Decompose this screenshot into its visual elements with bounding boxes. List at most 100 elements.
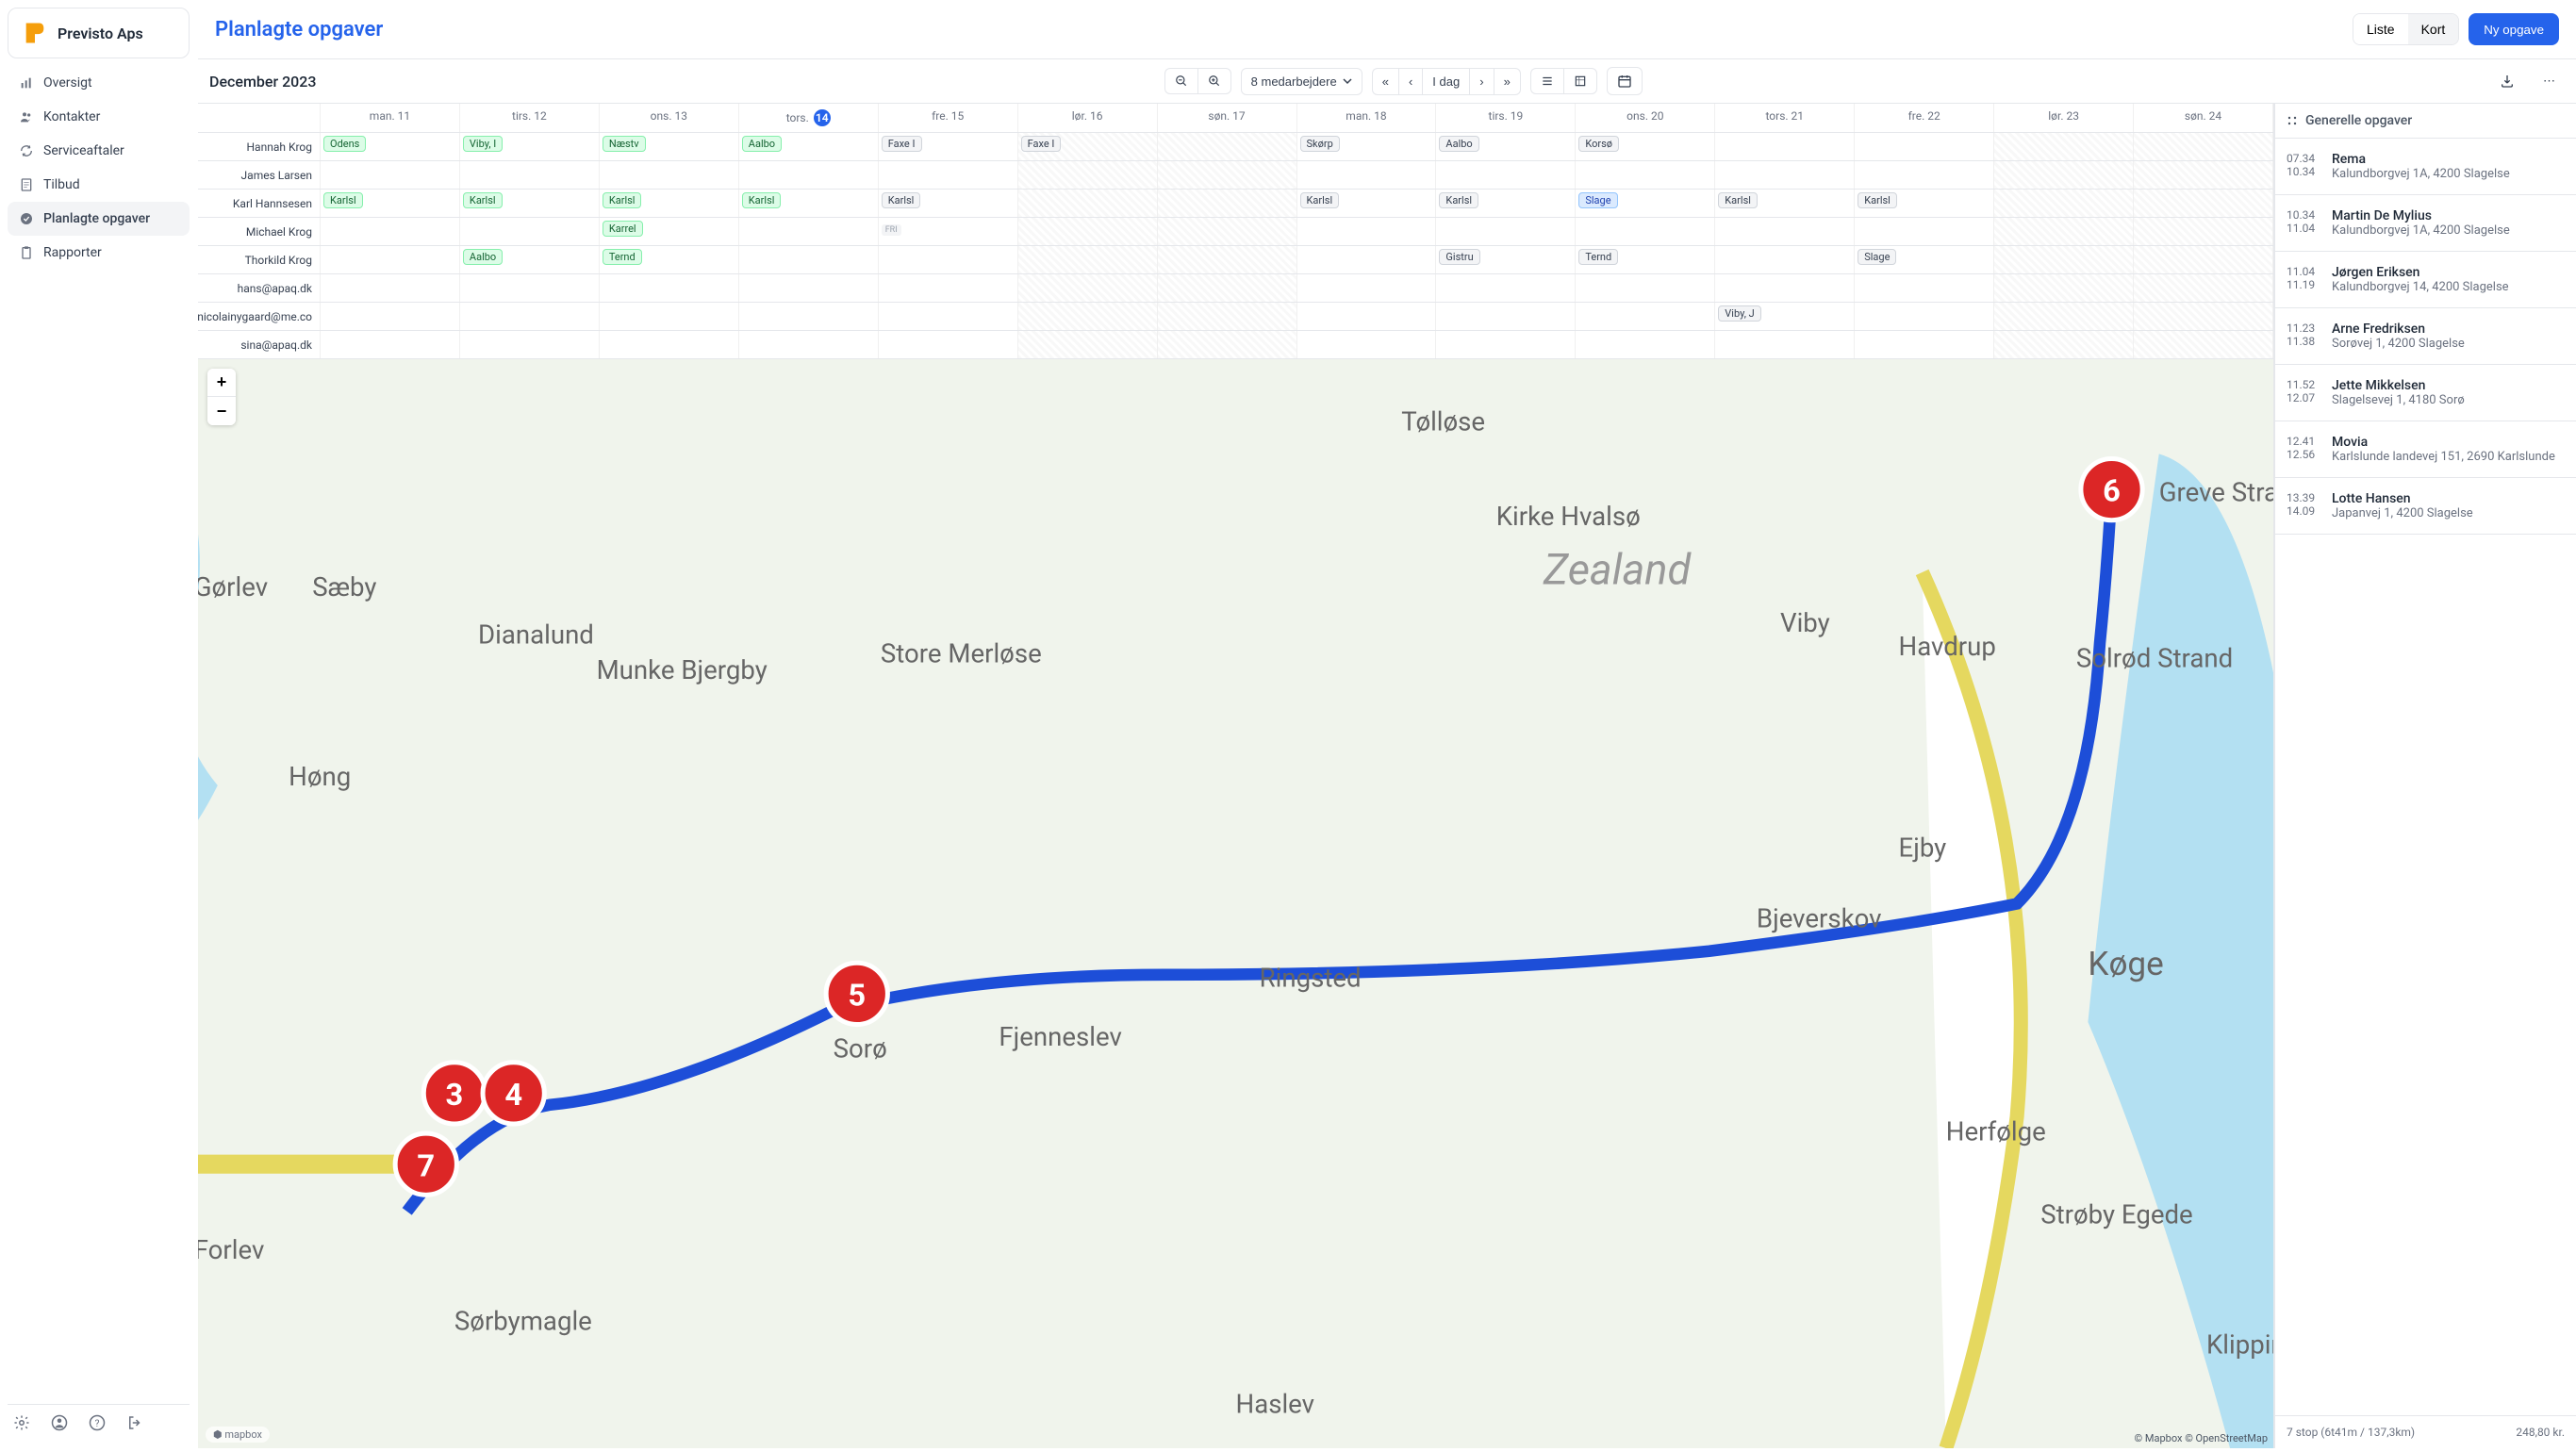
view-map-button[interactable]: Kort <box>2408 14 2459 44</box>
day-header[interactable]: man. 11 <box>321 104 460 132</box>
cell[interactable]: Viby, I <box>460 133 600 160</box>
cell[interactable]: Karlsl <box>1715 190 1855 217</box>
day-header[interactable]: tors. 21 <box>1715 104 1855 132</box>
nav-item-2[interactable]: Serviceaftaler <box>8 134 190 168</box>
cell[interactable] <box>1576 303 1715 330</box>
cell[interactable] <box>1715 331 1855 358</box>
view-list-button[interactable]: Liste <box>2353 14 2408 44</box>
cell[interactable] <box>739 331 879 358</box>
task-item[interactable]: 12.4112.56MoviaKarlslunde landevej 151, … <box>2275 421 2576 478</box>
cell[interactable] <box>1855 161 1994 189</box>
cell[interactable] <box>1715 161 1855 189</box>
day-header[interactable]: tirs. 12 <box>460 104 600 132</box>
employees-select[interactable]: 8 medarbejdere <box>1241 68 1362 95</box>
cell[interactable] <box>1576 274 1715 302</box>
nav-item-0[interactable]: Oversigt <box>8 66 190 100</box>
cell[interactable] <box>739 303 879 330</box>
cell[interactable]: Karlsl <box>739 190 879 217</box>
cell[interactable] <box>2134 303 2273 330</box>
cell[interactable] <box>1297 218 1437 245</box>
cell[interactable] <box>739 161 879 189</box>
cell[interactable]: Karlsl <box>1436 190 1576 217</box>
cell[interactable] <box>1158 190 1297 217</box>
cell[interactable] <box>2134 161 2273 189</box>
cell[interactable] <box>1297 331 1437 358</box>
cell[interactable] <box>1297 303 1437 330</box>
cell[interactable] <box>321 218 460 245</box>
cell[interactable] <box>879 246 1018 273</box>
cell[interactable]: Odens <box>321 133 460 160</box>
date-picker-button[interactable] <box>1607 67 1643 95</box>
cell[interactable]: Korsø <box>1576 133 1715 160</box>
next-button[interactable]: › <box>1469 68 1493 95</box>
cell[interactable] <box>1436 331 1576 358</box>
cell[interactable] <box>1715 133 1855 160</box>
cell[interactable] <box>1994 133 2134 160</box>
cell[interactable]: Faxe I <box>1018 133 1158 160</box>
cell[interactable] <box>739 218 879 245</box>
day-header[interactable]: søn. 24 <box>2134 104 2273 132</box>
day-header[interactable]: tirs. 19 <box>1436 104 1576 132</box>
cell[interactable] <box>1855 274 1994 302</box>
new-task-button[interactable]: Ny opgave <box>2469 13 2559 45</box>
cell[interactable] <box>1715 274 1855 302</box>
cell[interactable] <box>1158 331 1297 358</box>
task-item[interactable]: 07.3410.34RemaKalundborgvej 1A, 4200 Sla… <box>2275 139 2576 195</box>
cell[interactable]: Viby, J <box>1715 303 1855 330</box>
cell[interactable] <box>1436 303 1576 330</box>
cell[interactable] <box>1158 274 1297 302</box>
day-header[interactable]: lør. 23 <box>1994 104 2134 132</box>
cell[interactable]: Skørp <box>1297 133 1437 160</box>
cell[interactable] <box>600 331 739 358</box>
cell[interactable]: Næstv <box>600 133 739 160</box>
cell[interactable] <box>321 303 460 330</box>
day-header[interactable]: lør. 16 <box>1018 104 1158 132</box>
cell[interactable] <box>1994 190 2134 217</box>
cell[interactable] <box>1436 218 1576 245</box>
brand[interactable]: Previsto Aps <box>8 8 190 58</box>
cell[interactable]: Gistru <box>1436 246 1576 273</box>
cell[interactable] <box>1994 218 2134 245</box>
cell[interactable] <box>879 303 1018 330</box>
cell[interactable] <box>600 303 739 330</box>
cell[interactable]: Slage <box>1855 246 1994 273</box>
cell[interactable] <box>1855 331 1994 358</box>
cell[interactable]: Faxe I <box>879 133 1018 160</box>
cell[interactable] <box>1158 133 1297 160</box>
cell[interactable] <box>1994 161 2134 189</box>
cell[interactable] <box>460 274 600 302</box>
logout-icon[interactable] <box>126 1414 143 1431</box>
cell[interactable] <box>1855 218 1994 245</box>
cell[interactable]: Aalbo <box>1436 133 1576 160</box>
cell[interactable] <box>1436 274 1576 302</box>
day-header[interactable]: ons. 13 <box>600 104 739 132</box>
cell[interactable] <box>1018 331 1158 358</box>
cell[interactable] <box>1158 303 1297 330</box>
download-button[interactable] <box>2490 68 2524 94</box>
cell[interactable]: Karlsl <box>460 190 600 217</box>
prev-button[interactable]: ‹ <box>1398 68 1422 95</box>
cell[interactable] <box>1576 161 1715 189</box>
cell[interactable] <box>321 331 460 358</box>
cell[interactable] <box>1994 246 2134 273</box>
cell[interactable] <box>2134 246 2273 273</box>
cell[interactable]: Aalbo <box>739 133 879 160</box>
cell[interactable]: Ternd <box>600 246 739 273</box>
cell[interactable] <box>1994 303 2134 330</box>
cell[interactable] <box>600 161 739 189</box>
zoom-in-button[interactable] <box>1197 68 1231 94</box>
day-header[interactable]: fre. 15 <box>879 104 1018 132</box>
cell[interactable] <box>1018 246 1158 273</box>
cell[interactable] <box>739 246 879 273</box>
cell[interactable] <box>1018 190 1158 217</box>
cell[interactable] <box>321 246 460 273</box>
cell[interactable] <box>879 274 1018 302</box>
task-item[interactable]: 11.5212.07Jette MikkelsenSlagelsevej 1, … <box>2275 365 2576 421</box>
cell[interactable] <box>1855 303 1994 330</box>
task-item[interactable]: 13.3914.09Lotte HansenJapanvej 1, 4200 S… <box>2275 478 2576 535</box>
cell[interactable] <box>460 331 600 358</box>
cell[interactable] <box>1994 274 2134 302</box>
map-zoom-in-button[interactable]: + <box>207 369 236 397</box>
day-header[interactable]: fre. 22 <box>1855 104 1994 132</box>
cell[interactable] <box>2134 190 2273 217</box>
